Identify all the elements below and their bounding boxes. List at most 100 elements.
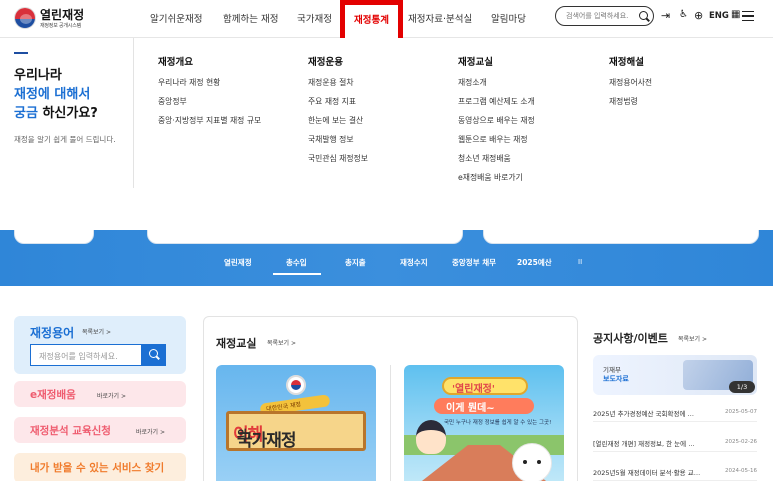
glossary-search-input[interactable]: 재정용어를 입력하세요. — [30, 344, 142, 366]
finance-classroom-panel: 재정교실 목록보기 > 대한민국 재정 국가재정 의 이해 '열린재정' 이게 뭔데… — [203, 316, 578, 481]
quick-link-education-apply[interactable]: 재정분석 교육신청 바로가기 > — [14, 417, 186, 443]
mega-headline-3-rest: 하신가요? — [42, 106, 98, 121]
card-board-text: 국가재정 의 이해 — [233, 420, 297, 451]
nav-item-easy-finance[interactable]: 알기쉬운재정 — [150, 11, 202, 25]
quick-link-service-finder[interactable]: 내가 받을 수 있는 서비스 찾기 — [14, 453, 186, 481]
mega-divider — [133, 38, 134, 188]
mega-headline-1: 우리나라 — [14, 68, 62, 83]
menu-item[interactable]: 청소년 재정배움 — [458, 153, 511, 164]
accent-bar — [14, 52, 28, 54]
tab-total-expenditure[interactable]: 총지출 — [345, 257, 366, 268]
hamburger-menu-icon[interactable] — [742, 11, 754, 21]
notice-row-title: [열린재정 개편] 재정정보, 한 눈에 … — [593, 440, 695, 448]
band-box-middle — [147, 230, 463, 244]
nav-item-data-analysis[interactable]: 재정자료·분석실 — [408, 11, 472, 25]
menu-column-title-classroom[interactable]: 재정교실 — [458, 54, 493, 68]
tab-2025-budget[interactable]: 2025예산 — [517, 257, 552, 268]
band-box-left — [14, 230, 94, 244]
classroom-more-link[interactable]: 목록보기 > — [267, 338, 296, 347]
menu-item[interactable]: 우리나라 재정 현황 — [158, 77, 220, 88]
mega-menu: 우리나라 재정에 대해서 궁금 하신가요? 재정을 알기 쉽게 풀어 드립니다.… — [0, 38, 773, 230]
menu-column-title-operation[interactable]: 재정운용 — [308, 54, 343, 68]
quick-link-e-learning[interactable]: e재정배움 바로가기 > — [14, 381, 186, 407]
card-title-2: 이게 뭔데~ — [434, 398, 534, 414]
menu-item[interactable]: 재정소개 — [458, 77, 487, 88]
menu-column-title-glossary[interactable]: 재정해설 — [609, 54, 644, 68]
card-board: 국가재정 의 이해 — [226, 411, 366, 451]
globe-icon[interactable]: ⊕ — [694, 9, 703, 22]
mega-headline-3-highlight: 궁금 — [14, 106, 38, 121]
quick-link-title: 내가 받을 수 있는 서비스 찾기 — [30, 462, 165, 474]
header-search-placeholder: 검색어를 입력하세요. — [566, 12, 629, 20]
notice-row-date: 2025-02-26 — [725, 439, 757, 445]
tab-central-debt[interactable]: 중앙정부 채무 — [452, 257, 496, 268]
glossary-more-link[interactable]: 목록보기 > — [82, 327, 111, 336]
notice-row[interactable]: [열린재정 개편] 재정정보, 한 눈에 … 2025-02-26 — [593, 436, 757, 452]
notice-row[interactable]: 2025년5월 재정데이터 분석·활용 교… 2024-05-16 — [593, 465, 757, 481]
pause-icon[interactable]: II — [578, 258, 582, 266]
nav-item-national-finance[interactable]: 국가재정 — [297, 11, 332, 25]
header-search-box[interactable]: 검색어를 입력하세요. — [555, 6, 654, 26]
card-board-text-b: 의 — [237, 428, 247, 441]
card-divider — [390, 365, 391, 481]
classroom-title: 재정교실 — [216, 337, 257, 350]
card-subtitle: 국민 누구나 재정 정보를 쉽게 알 수 있는 그곳! — [444, 420, 552, 426]
menu-item[interactable]: 중앙정부 — [158, 96, 187, 107]
site-logo-title[interactable]: 열린재정 — [40, 6, 84, 23]
quick-link-title: e재정배움 — [30, 389, 76, 401]
login-icon[interactable]: ⇥ — [661, 9, 670, 22]
menu-item[interactable]: 국채발행 정보 — [308, 134, 354, 145]
notice-row-title: 2025년 추가경정예산 국회확정에 … — [593, 410, 695, 418]
menu-item[interactable]: 프로그램 예산제도 소개 — [458, 96, 535, 107]
menu-item[interactable]: 주요 재정 지표 — [308, 96, 356, 107]
menu-item[interactable]: 재정용어사전 — [609, 77, 652, 88]
mascot-character-icon — [512, 443, 552, 481]
quick-link-title: 재정분석 교육신청 — [30, 425, 111, 437]
calendar-icon[interactable]: ▦ — [731, 9, 740, 20]
menu-item[interactable]: 국민관심 재정정보 — [308, 153, 368, 164]
quick-link-more[interactable]: 바로가기 > — [97, 391, 126, 400]
banner-counter: 1/3 — [729, 381, 755, 393]
notice-row-date: 2025-05-07 — [725, 409, 757, 415]
glossary-panel: 재정용어 목록보기 > 재정용어를 입력하세요. — [14, 316, 186, 374]
statistics-tab-band: 열린재정 총수입 총지출 재정수지 중앙정부 채무 2025예산 II — [0, 230, 773, 286]
tab-fiscal-balance[interactable]: 재정수지 — [400, 257, 428, 268]
menu-item[interactable]: 재정운용 절차 — [308, 77, 354, 88]
menu-item[interactable]: 웹툰으로 배우는 재정 — [458, 134, 528, 145]
nav-item-together-finance[interactable]: 함께하는 재정 — [223, 11, 278, 25]
classroom-card-open-finance[interactable]: '열린재정' 이게 뭔데~ 국민 누구나 재정 정보를 쉽게 알 수 있는 그곳… — [404, 365, 564, 481]
notice-row[interactable]: 2025년 추가경정예산 국회확정에 … 2025-05-07 — [593, 406, 757, 422]
search-icon — [149, 349, 158, 358]
classroom-card-national-finance[interactable]: 대한민국 재정 국가재정 의 이해 — [216, 365, 376, 481]
tab-total-revenue[interactable]: 총수입 — [286, 257, 307, 268]
korea-flag-icon — [286, 375, 306, 395]
glossary-search-button[interactable] — [142, 344, 166, 366]
band-box-right — [483, 230, 759, 244]
mega-headline-2: 재정에 대해서 — [14, 87, 91, 102]
notice-more-link[interactable]: 목록보기 > — [678, 334, 707, 343]
glossary-title: 재정용어 — [30, 326, 75, 340]
government-logo-icon[interactable] — [14, 7, 36, 29]
mega-description: 재정을 알기 쉽게 풀어 드립니다. — [14, 135, 116, 144]
page-root: 열린재정 재정정보 공개시스템 알기쉬운재정 함께하는 재정 국가재정 재정통계… — [0, 0, 773, 481]
notice-title: 공지사항/이벤트 — [593, 332, 668, 345]
menu-item[interactable]: 중앙·지방정부 지표별 재정 규모 — [158, 115, 261, 126]
notice-row-date: 2024-05-16 — [725, 468, 757, 474]
search-icon[interactable] — [639, 11, 648, 20]
menu-item[interactable]: 한눈에 보는 결산 — [308, 115, 363, 126]
quick-link-more[interactable]: 바로가기 > — [136, 427, 165, 436]
site-logo-subtitle: 재정정보 공개시스템 — [40, 23, 81, 29]
language-toggle[interactable]: ENG — [709, 11, 729, 21]
menu-item[interactable]: 재정법령 — [609, 96, 638, 107]
notice-row-title: 2025년5월 재정데이터 분석·활용 교… — [593, 469, 701, 477]
tab-open-finance[interactable]: 열린재정 — [224, 257, 252, 268]
menu-column-title-overview[interactable]: 재정개요 — [158, 54, 193, 68]
menu-item[interactable]: e재정배움 바로가기 — [458, 172, 523, 183]
active-tab-indicator — [273, 273, 321, 275]
notice-banner[interactable]: 기재부 보도자료 1/3 — [593, 355, 757, 395]
menu-item[interactable]: 동영상으로 배우는 재정 — [458, 115, 535, 126]
accessibility-icon[interactable]: ♿ — [679, 9, 688, 20]
nav-item-notice[interactable]: 알림마당 — [491, 11, 526, 25]
card-title-1-text: '열린재정' — [452, 384, 495, 395]
glossary-search-placeholder: 재정용어를 입력하세요. — [39, 352, 118, 361]
